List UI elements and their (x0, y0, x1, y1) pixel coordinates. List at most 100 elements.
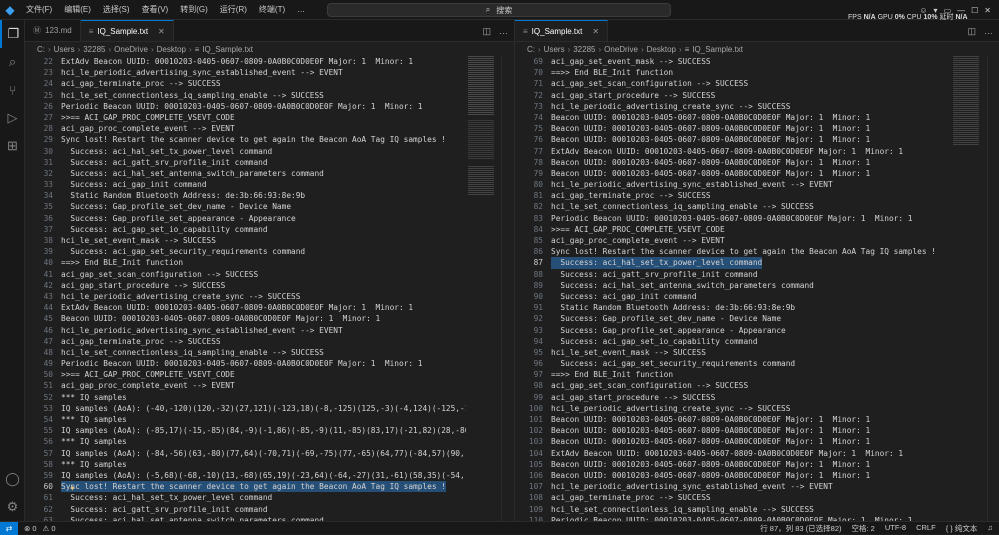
eol-status[interactable]: CRLF (916, 523, 936, 534)
code-line[interactable]: 105 Beacon UUID: 00010203-0405-0607-0809-… (515, 459, 999, 470)
extensions-icon[interactable]: ⊞ (0, 132, 25, 160)
command-center-search[interactable]: ⌕ 搜索 (327, 3, 671, 17)
menu-selection[interactable]: 选择(S) (97, 0, 136, 20)
code-line[interactable]: 102 Beacon UUID: 00010203-0405-0607-0809-… (515, 425, 999, 436)
code-line[interactable]: 54 *** IQ samples (25, 414, 514, 425)
code-line[interactable]: 76 Beacon UUID: 00010203-0405-0607-0809-0… (515, 134, 999, 145)
code-line[interactable]: 52 *** IQ samples (25, 392, 514, 403)
more-actions-icon[interactable]: … (984, 26, 993, 36)
menu-terminal[interactable]: 终端(T) (253, 0, 291, 20)
errors-status[interactable]: ⊗ 0 (24, 524, 37, 533)
breadcrumb-item[interactable]: 32285 (83, 45, 105, 54)
code-line[interactable]: 79 Beacon UUID: 00010203-0405-0607-0809-0… (515, 168, 999, 179)
code-line[interactable]: 87 Success: aci_hal_set_tx_power_level c… (515, 257, 999, 269)
code-line[interactable]: 41 aci_gap_set_scan_configuration --> SUC… (25, 269, 514, 280)
encoding-status[interactable]: UTF-8 (885, 523, 906, 534)
code-view-left[interactable]: 22 ExtAdv Beacon UUID: 00010203-0405-0607… (25, 56, 514, 521)
code-line[interactable]: 38 hci_le_set_event_mask --> SUCCESS (25, 235, 514, 246)
minimap-right[interactable] (951, 56, 985, 521)
code-line[interactable]: 33 Success: aci_gap_init command (25, 179, 514, 190)
code-line[interactable]: 40 ==>> End BLE_Init function (25, 257, 514, 268)
notifications-bell-icon[interactable]: ♫ (987, 523, 993, 534)
code-line[interactable]: 70 ==>> End BLE_Init function (515, 67, 999, 78)
menu-run[interactable]: 运行(R) (214, 0, 253, 20)
warnings-status[interactable]: ⚠ 0 (43, 524, 56, 533)
code-line[interactable]: 95 hci_le_set_event_mask --> SUCCESS (515, 347, 999, 358)
code-line[interactable]: 60 Sync lost! Restart the scanner device … (25, 481, 514, 493)
cursor-position[interactable]: 行 87，列 83 (已选择82) (760, 523, 841, 534)
code-line[interactable]: 35 Success: Gap_profile_set_dev_name - D… (25, 201, 514, 212)
code-line[interactable]: 103 Beacon UUID: 00010203-0405-0607-0809-… (515, 436, 999, 447)
menu-go[interactable]: 转到(G) (174, 0, 214, 20)
breadcrumb-item[interactable]: OneDrive (604, 45, 638, 54)
code-line[interactable]: 28 aci_gap_proc_complete_event --> EVENT (25, 123, 514, 134)
close-tab-icon[interactable]: ✕ (592, 27, 599, 36)
code-line[interactable]: 51 aci_gap_proc_complete_event --> EVENT (25, 380, 514, 391)
scrollbar-left[interactable] (501, 56, 510, 521)
code-line[interactable]: 24 aci_gap_terminate_proc --> SUCCESS (25, 78, 514, 89)
split-editor-icon[interactable]: ◫ (967, 26, 976, 37)
code-line[interactable]: 36 Success: Gap_profile_set_appearance -… (25, 213, 514, 224)
breadcrumb-item[interactable]: OneDrive (114, 45, 148, 54)
code-line[interactable]: 88 Success: aci_gatt_srv_profile_init co… (515, 269, 999, 280)
code-line[interactable]: 90 Success: aci_gap_init command (515, 291, 999, 302)
code-line[interactable]: 72 aci_gap_start_procedure --> SUCCESS (515, 90, 999, 101)
code-line[interactable]: 59 IQ samples (AoA): (-5,68)(-68,-10)(13,… (25, 470, 514, 481)
code-line[interactable]: 26 Periodic Beacon UUID: 00010203-0405-06… (25, 101, 514, 112)
tab-iq-sample-right[interactable]: ≡ IQ_Sample.txt ✕ (515, 20, 609, 41)
minimap-left[interactable] (466, 56, 500, 521)
code-line[interactable]: 30 Success: aci_hal_set_tx_power_level c… (25, 146, 514, 157)
run-debug-icon[interactable]: ▷ (0, 104, 25, 132)
code-line[interactable]: 96 Success: aci_gap_set_security_require… (515, 358, 999, 369)
code-line[interactable]: 31 Success: aci_gatt_srv_profile_init co… (25, 157, 514, 168)
code-line[interactable]: 99 aci_gap_start_procedure --> SUCCESS (515, 392, 999, 403)
tab-iq-sample-left[interactable]: ≡ IQ_Sample.txt ✕ (80, 20, 174, 41)
code-line[interactable]: 27 >>== ACI_GAP_PROC_COMPLETE_VSEVT_CODE (25, 112, 514, 123)
code-line[interactable]: 106 Beacon UUID: 00010203-0405-0607-0809-… (515, 470, 999, 481)
code-line[interactable]: 100 hci_le_periodic_advertising_create_sy… (515, 403, 999, 414)
breadcrumb-item[interactable]: Desktop (157, 45, 186, 54)
settings-gear-icon[interactable]: ⚙ (0, 493, 25, 521)
code-line[interactable]: 62 Success: aci_gatt_srv_profile_init co… (25, 504, 514, 515)
code-line[interactable]: 49 Periodic Beacon UUID: 00010203-0405-06… (25, 358, 514, 369)
code-line[interactable]: 91 Static Random Bluetooth Address: de:3… (515, 302, 999, 313)
menu-view[interactable]: 查看(V) (136, 0, 175, 20)
tab-123-md[interactable]: Ⓜ 123.md (25, 20, 81, 41)
code-line[interactable]: 97 ==>> End BLE_Init function (515, 369, 999, 380)
maximize-icon[interactable]: ☐ (971, 6, 978, 15)
breadcrumb-item[interactable]: IQ_Sample.txt (692, 45, 743, 54)
code-line[interactable]: 92 Success: Gap_profile_set_dev_name - D… (515, 313, 999, 324)
code-line[interactable]: 78 Beacon UUID: 00010203-0405-0607-0809-0… (515, 157, 999, 168)
code-line[interactable]: 43 hci_le_periodic_advertising_create_syn… (25, 291, 514, 302)
code-line[interactable]: 108 aci_gap_terminate_proc --> SUCCESS (515, 492, 999, 503)
code-line[interactable]: 46 hci_le_periodic_advertising_sync_estab… (25, 325, 514, 336)
menu-edit[interactable]: 编辑(E) (58, 0, 97, 20)
language-mode[interactable]: { } 纯文本 (946, 523, 978, 534)
remote-indicator-icon[interactable]: ⇄ (0, 521, 18, 535)
code-line[interactable]: 55 IQ samples (AoA): (-85,17)(-15,-85)(84… (25, 425, 514, 436)
code-line[interactable]: 107 hci_le_periodic_advertising_sync_esta… (515, 481, 999, 492)
code-line[interactable]: 37 Success: aci_gap_set_io_capability co… (25, 224, 514, 235)
code-line[interactable]: 45 Beacon UUID: 00010203-0405-0607-0809-0… (25, 313, 514, 324)
code-line[interactable]: 23 hci_le_periodic_advertising_sync_estab… (25, 67, 514, 78)
code-line[interactable]: 29 Sync lost! Restart the scanner device … (25, 134, 514, 145)
code-line[interactable]: 25 hci_le_set_connectionless_iq_sampling_… (25, 90, 514, 101)
code-line[interactable]: 109 hci_le_set_connectionless_iq_sampling… (515, 504, 999, 515)
code-line[interactable]: 84 >>== ACI_GAP_PROC_COMPLETE_VSEVT_CODE (515, 224, 999, 235)
breadcrumb-item[interactable]: C: (37, 45, 45, 54)
code-line[interactable]: 34 Static Random Bluetooth Address: de:3… (25, 190, 514, 201)
code-line[interactable]: 80 hci_le_periodic_advertising_sync_estab… (515, 179, 999, 190)
code-line[interactable]: 85 aci_gap_proc_complete_event --> EVENT (515, 235, 999, 246)
code-line[interactable]: 82 hci_le_set_connectionless_iq_sampling_… (515, 201, 999, 212)
breadcrumb-item[interactable]: IQ_Sample.txt (202, 45, 253, 54)
indentation-status[interactable]: 空格: 2 (852, 523, 875, 534)
code-line[interactable]: 77 ExtAdv Beacon UUID: 00010203-0405-0607… (515, 146, 999, 157)
code-line[interactable]: 50 >>== ACI_GAP_PROC_COMPLETE_VSEVT_CODE (25, 369, 514, 380)
code-line[interactable]: 58 *** IQ samples (25, 459, 514, 470)
code-line[interactable]: 83 Periodic Beacon UUID: 00010203-0405-06… (515, 213, 999, 224)
code-line[interactable]: 75 Beacon UUID: 00010203-0405-0607-0809-0… (515, 123, 999, 134)
close-window-icon[interactable]: ✕ (984, 6, 991, 15)
more-actions-icon[interactable]: … (499, 26, 508, 36)
close-tab-icon[interactable]: ✕ (158, 27, 165, 36)
search-view-icon[interactable]: ⌕ (0, 48, 25, 76)
